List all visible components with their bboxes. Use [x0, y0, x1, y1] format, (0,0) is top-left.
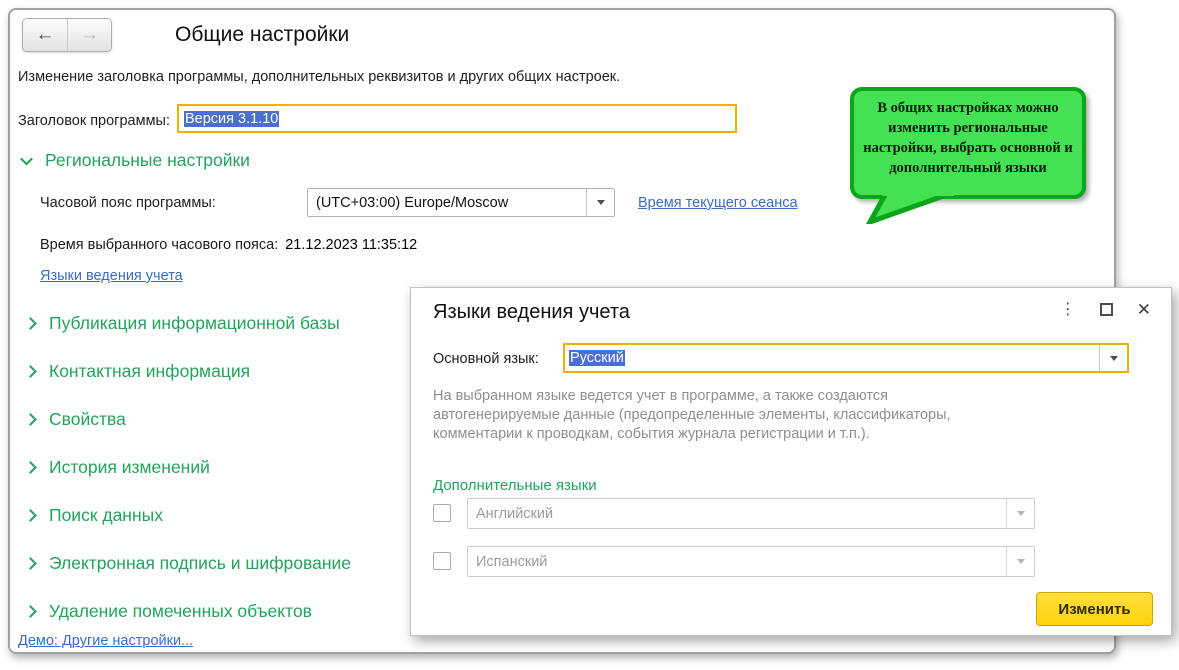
timezone-label: Часовой пояс программы:: [40, 195, 216, 211]
callout-tail: [864, 190, 956, 224]
dialog-description: На выбранном языке ведется учет в програ…: [433, 387, 981, 444]
program-title-label: Заголовок программы:: [18, 113, 170, 129]
dropdown-arrow-icon[interactable]: [1099, 345, 1127, 371]
chevron-right-icon: [24, 557, 37, 570]
program-title-value-selected: Версия 3.1.10: [184, 111, 279, 127]
dropdown-arrow-icon[interactable]: [586, 189, 614, 216]
forward-button[interactable]: →: [67, 19, 111, 51]
selected-timezone-row: Время выбранного часового пояса: 21.12.20…: [40, 237, 417, 253]
session-time-link[interactable]: Время текущего сеанса: [638, 195, 798, 211]
dropdown-arrow-icon: [1006, 499, 1034, 528]
section-label: Удаление помеченных объектов: [49, 601, 312, 622]
chevron-down-icon: [20, 153, 33, 166]
history-nav: ← →: [22, 18, 112, 52]
main-language-label: Основной язык:: [433, 351, 539, 367]
language-1-select[interactable]: Английский: [467, 498, 1035, 529]
chevron-right-icon: [24, 509, 37, 522]
accounting-languages-dialog: Языки ведения учета ⋮ ✕ Основной язык: Р…: [410, 287, 1172, 636]
more-menu-icon[interactable]: ⋮: [1060, 302, 1076, 318]
chevron-right-icon: [24, 365, 37, 378]
screen: ← → Общие настройки Изменение заголовка …: [0, 0, 1179, 670]
section-label: Электронная подпись и шифрование: [49, 553, 351, 574]
page-subtitle: Изменение заголовка программы, дополните…: [18, 69, 620, 85]
timezone-select[interactable]: (UTC+03:00) Europe/Moscow: [307, 188, 615, 217]
tutorial-callout: В общих настройках можно изменить регион…: [850, 87, 1086, 199]
change-button[interactable]: Изменить: [1036, 592, 1153, 626]
section-data-search[interactable]: Поиск данных: [26, 505, 163, 526]
section-infobase-publication[interactable]: Публикация информационной базы: [26, 313, 340, 334]
maximize-icon[interactable]: [1100, 303, 1113, 316]
program-title-input[interactable]: Версия 3.1.10: [177, 104, 737, 133]
selected-time-label: Время выбранного часового пояса:: [40, 237, 278, 253]
main-language-select[interactable]: Русский: [563, 343, 1129, 373]
section-label: История изменений: [49, 457, 210, 478]
language-1-value: Английский: [468, 506, 1006, 522]
language-2-checkbox[interactable]: [433, 552, 451, 570]
back-button[interactable]: ←: [23, 19, 67, 51]
section-digital-signature[interactable]: Электронная подпись и шифрование: [26, 553, 351, 574]
chevron-right-icon: [24, 461, 37, 474]
arrow-right-icon: →: [80, 24, 99, 46]
selected-time-value: 21.12.2023 11:35:12: [285, 237, 417, 253]
page-title: Общие настройки: [175, 23, 349, 47]
arrow-left-icon: ←: [36, 24, 55, 46]
main-language-value: Русский: [565, 350, 1099, 366]
section-label: Свойства: [49, 409, 126, 430]
timezone-value: (UTC+03:00) Europe/Moscow: [308, 195, 586, 211]
callout-text: В общих настройках можно изменить регион…: [863, 100, 1072, 176]
chevron-right-icon: [24, 413, 37, 426]
section-regional-settings[interactable]: Региональные настройки: [22, 150, 250, 171]
close-icon[interactable]: ✕: [1137, 301, 1151, 318]
section-properties[interactable]: Свойства: [26, 409, 126, 430]
regional-header-label: Региональные настройки: [45, 150, 250, 171]
dropdown-arrow-icon: [1006, 547, 1034, 576]
accounting-languages-link[interactable]: Языки ведения учета: [40, 268, 183, 284]
dialog-title: Языки ведения учета: [433, 301, 630, 324]
dialog-window-controls: ⋮ ✕: [1060, 301, 1151, 318]
additional-languages-header: Дополнительные языки: [433, 477, 597, 494]
language-2-value: Испанский: [468, 554, 1006, 570]
section-label: Публикация информационной базы: [49, 313, 340, 334]
language-2-select[interactable]: Испанский: [467, 546, 1035, 577]
section-contact-info[interactable]: Контактная информация: [26, 361, 250, 382]
section-marked-objects-deletion[interactable]: Удаление помеченных объектов: [26, 601, 312, 622]
chevron-right-icon: [24, 605, 37, 618]
demo-other-settings-link[interactable]: Демо: Другие настройки...: [18, 633, 193, 649]
section-label: Контактная информация: [49, 361, 250, 382]
language-1-checkbox[interactable]: [433, 504, 451, 522]
section-change-history[interactable]: История изменений: [26, 457, 210, 478]
section-label: Поиск данных: [49, 505, 163, 526]
chevron-right-icon: [24, 317, 37, 330]
